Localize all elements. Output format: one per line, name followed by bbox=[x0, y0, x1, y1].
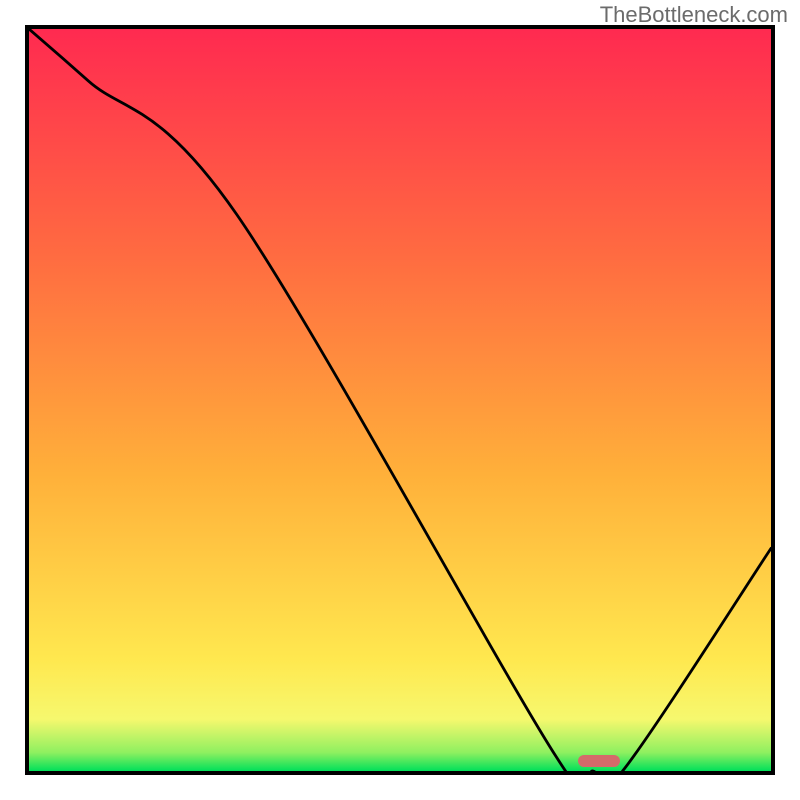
optimal-marker bbox=[578, 755, 620, 767]
watermark-label: TheBottleneck.com bbox=[600, 2, 788, 28]
bottleneck-curve bbox=[29, 29, 771, 771]
plot-area bbox=[25, 25, 775, 775]
bottleneck-chart: TheBottleneck.com bbox=[0, 0, 800, 800]
